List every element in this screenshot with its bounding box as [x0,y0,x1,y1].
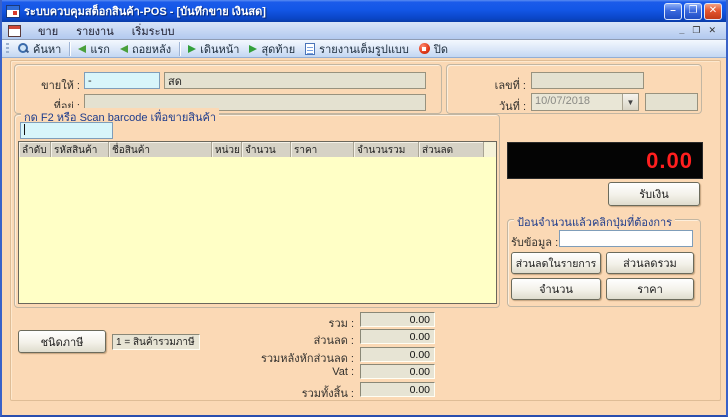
total-label: รวม : [328,318,354,330]
barcode-input-wrap [20,122,113,139]
app-icon [6,4,20,18]
grid-body[interactable] [19,157,496,303]
mdi-close-button[interactable]: ✕ [708,25,716,36]
customer-name-field [164,72,426,89]
last-record-label: สุดท้าย [261,43,296,56]
window-controls: – ❐ ✕ [664,2,722,20]
app-window: ระบบควบคุมสต็อกสินค้า-POS - [บันทึกขาย เ… [0,0,728,417]
total-after-discount-label: รวมหลังหักส่วนลด : [260,353,354,365]
sold-to-input[interactable] [84,72,160,89]
menu-item-report[interactable]: รายงาน [67,21,123,41]
restore-button[interactable]: ❐ [684,2,702,20]
date-value: 10/07/2018 [535,95,591,107]
barcode-input[interactable] [20,122,113,139]
column-header-price[interactable]: ราคา [291,142,354,157]
menu-item-sale[interactable]: ขาย [29,21,67,41]
mdi-minimize-button[interactable]: _ [679,25,684,36]
arrow-left-icon [78,44,87,53]
toolbar-separator [179,41,181,56]
arrow-right-icon [188,44,197,53]
title-bar: ระบบควบคุมสต็อกสินค้า-POS - [บันทึกขาย เ… [2,0,726,22]
total-value: 0.00 [360,312,435,327]
toolbar-grip [6,42,9,55]
entry-input-label: รับข้อมูล : [511,237,559,249]
vat-label: Vat : [332,366,354,378]
invoice-extra-field [645,93,698,111]
receive-money-button[interactable]: รับเงิน [608,182,700,206]
column-header-name[interactable]: ชื่อสินค้า [109,142,212,157]
tax-type-field [112,334,200,350]
column-header-total[interactable]: จำนวนรวม [354,142,419,157]
last-record-button[interactable]: สุดท้าย [244,39,300,59]
toolbar: ค้นหา แรก ถอยหลัง เดินหน้า สุดท้าย รายงา… [2,40,726,58]
grid-header: ลำดับ รหัสสินค้า ชื่อสินค้า หน่วย จำนวน … [19,142,496,157]
search-button[interactable]: ค้นหา [13,39,66,59]
mdi-restore-button[interactable]: ❐ [692,25,700,36]
quantity-button[interactable]: จำนวน [511,278,601,300]
full-report-label: รายงานเต็มรูปแบบ [319,43,409,56]
menu-bar: ขาย รายงาน เริ่มระบบ _ ❐ ✕ [2,22,726,40]
window-title: ระบบควบคุมสต็อกสินค้า-POS - [บันทึกขาย เ… [24,6,266,18]
sold-to-label: ขายให้ : [41,80,80,92]
first-record-label: แรก [90,43,110,56]
next-record-label: เดินหน้า [200,43,240,56]
discount-label: ส่วนลด : [313,335,354,347]
next-record-button[interactable]: เดินหน้า [183,39,244,59]
arrow-left-icon [119,44,128,53]
amount-display-value: 0.00 [646,147,693,173]
entry-group-caption: ป้อนจำนวนแล้วคลิกปุ่มที่ต้องการ [514,213,676,231]
stop-icon [418,43,430,54]
items-grid[interactable]: ลำดับ รหัสสินค้า ชื่อสินค้า หน่วย จำนวน … [18,141,497,304]
previous-record-label: ถอยหลัง [131,43,172,56]
toolbar-separator [69,41,71,56]
mdi-window-controls: _ ❐ ✕ [679,25,720,36]
grand-total-value: 0.00 [360,382,435,397]
column-header-discount[interactable]: ส่วนลด [419,142,484,157]
column-header-code[interactable]: รหัสสินค้า [51,142,109,157]
chevron-down-icon[interactable]: ▼ [622,94,638,110]
invoice-date-label: วันที่ : [498,101,526,113]
minimize-button[interactable]: – [664,2,682,20]
menu-item-system[interactable]: เริ่มระบบ [123,21,184,41]
search-button-label: ค้นหา [33,43,62,56]
column-header-unit[interactable]: หน่วย [212,142,242,157]
first-record-button[interactable]: แรก [73,39,115,59]
close-button[interactable]: ✕ [704,2,722,20]
search-icon [18,43,29,54]
vat-value: 0.00 [360,364,435,379]
invoice-number-field [531,72,644,89]
column-header-qty[interactable]: จำนวน [242,142,291,157]
arrow-right-icon [249,44,258,53]
column-header-filler [484,142,496,157]
total-discount-button[interactable]: ส่วนลดรวม [606,252,694,274]
mdi-child-icon[interactable] [8,24,21,37]
column-header-index[interactable]: ลำดับ [19,142,51,157]
grand-total-label: รวมทั้งสิ้น : [301,388,354,400]
discount-value: 0.00 [360,329,435,344]
text-caret [24,124,25,135]
item-discount-button[interactable]: ส่วนลดในรายการ [511,252,601,274]
close-form-label: ปิด [433,43,449,56]
amount-display: 0.00 [507,142,703,179]
entry-input[interactable] [559,230,693,247]
report-icon [305,42,316,55]
previous-record-button[interactable]: ถอยหลัง [115,39,176,59]
price-button[interactable]: ราคา [606,278,694,300]
full-report-button[interactable]: รายงานเต็มรูปแบบ [300,39,414,59]
date-picker[interactable]: 10/07/2018 ▼ [531,93,639,111]
total-after-discount-value: 0.00 [360,347,435,362]
close-form-button[interactable]: ปิด [414,39,453,59]
tax-type-button[interactable]: ชนิดภาษี [18,330,106,353]
invoice-number-label: เลขที่ : [494,80,526,92]
